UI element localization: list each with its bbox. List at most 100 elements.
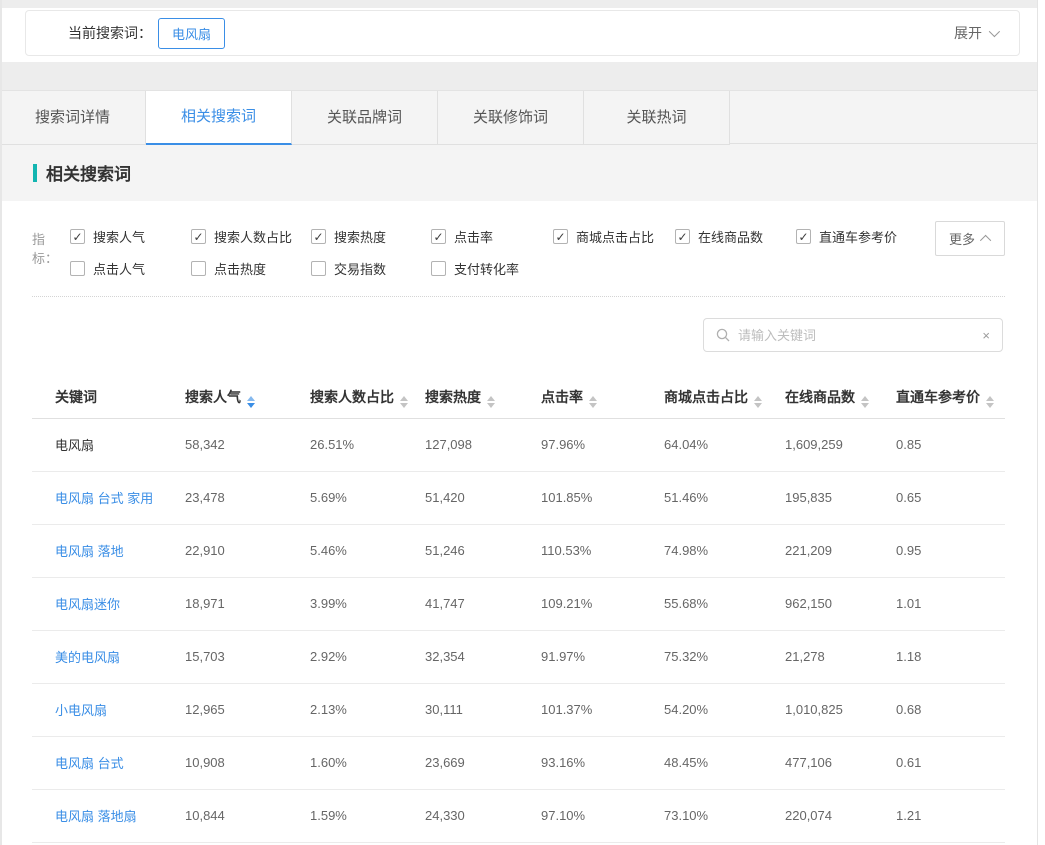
metric-checkbox-online-products[interactable]: 在线商品数	[675, 228, 796, 245]
sort-icon[interactable]	[754, 396, 762, 408]
keyword-link[interactable]: 电风扇迷你	[32, 577, 185, 630]
column-header-online-products[interactable]: 在线商品数	[785, 377, 896, 418]
tab-related-modifier-words[interactable]: 关联修饰词	[438, 91, 584, 145]
keyword-link[interactable]: 电风扇 落地扇	[32, 789, 185, 842]
sort-icon[interactable]	[487, 396, 495, 408]
cell-value: 32,354	[425, 630, 541, 683]
metric-checkbox-searcher-share[interactable]: 搜索人数占比	[191, 228, 311, 245]
cell-value: 1.21	[896, 789, 1005, 842]
sort-icon[interactable]	[861, 396, 869, 408]
checkbox-icon[interactable]	[191, 229, 206, 244]
cell-value: 477,106	[785, 736, 896, 789]
column-header-keyword: 关键词	[32, 377, 185, 418]
more-button[interactable]: 更多	[935, 221, 1005, 256]
cell-value: 23,478	[185, 471, 310, 524]
checkbox-icon[interactable]	[70, 261, 85, 276]
cell-value: 24,330	[425, 789, 541, 842]
metric-label: 交易指数	[334, 259, 386, 278]
column-header-searcher-share[interactable]: 搜索人数占比	[310, 377, 425, 418]
cell-value: 58,342	[185, 418, 310, 471]
cell-value: 73.10%	[664, 789, 785, 842]
table-header-row: 关键词 搜索人气 搜索人数占比 搜索热度 点击率 商城点击占比 在线商品数 直通…	[32, 377, 1005, 418]
metric-checkbox-transaction-index[interactable]: 交易指数	[311, 260, 431, 277]
metric-label: 在线商品数	[698, 227, 763, 246]
cell-value: 30,111	[425, 683, 541, 736]
dashed-divider	[32, 296, 1005, 297]
gray-gap	[0, 62, 1037, 90]
sort-icon[interactable]	[400, 396, 408, 408]
filter-card-band: 当前搜索词： 电风扇 展开	[0, 8, 1037, 62]
metric-checkbox-ztc-reference-price[interactable]: 直通车参考价	[796, 228, 897, 245]
keyword-link[interactable]: 电风扇 落地	[32, 524, 185, 577]
cell-value: 0.95	[896, 524, 1005, 577]
cell-value: 0.65	[896, 471, 1005, 524]
metric-label: 搜索人气	[93, 227, 145, 246]
metric-checkbox-search-heat[interactable]: 搜索热度	[311, 228, 431, 245]
tab-related-hot-words[interactable]: 关联热词	[584, 91, 730, 145]
column-header-search-popularity[interactable]: 搜索人气	[185, 377, 310, 418]
column-header-search-heat[interactable]: 搜索热度	[425, 377, 541, 418]
cell-value: 2.13%	[310, 683, 425, 736]
metric-checkbox-mall-click-share[interactable]: 商城点击占比	[553, 228, 675, 245]
checkbox-icon[interactable]	[311, 229, 326, 244]
keyword-link[interactable]: 电风扇 台式	[32, 736, 185, 789]
cell-value: 221,209	[785, 524, 896, 577]
keyword-link[interactable]: 小电风扇	[32, 683, 185, 736]
chevron-up-icon	[980, 234, 991, 245]
tab-related-search-words[interactable]: 相关搜索词	[146, 91, 292, 145]
cell-value: 12,965	[185, 683, 310, 736]
cell-value: 91.97%	[541, 630, 664, 683]
checkbox-icon[interactable]	[431, 229, 446, 244]
column-header-click-rate[interactable]: 点击率	[541, 377, 664, 418]
current-search-filter-card: 当前搜索词： 电风扇 展开	[25, 10, 1020, 56]
metric-checkbox-search-popularity[interactable]: 搜索人气	[70, 228, 191, 245]
expand-button[interactable]: 展开	[954, 23, 997, 43]
cell-value: 55.68%	[664, 577, 785, 630]
checkbox-icon[interactable]	[70, 229, 85, 244]
column-header-ztc-reference-price[interactable]: 直通车参考价	[896, 377, 1005, 418]
table-row: 电风扇58,34226.51%127,09897.96%64.04%1,609,…	[32, 418, 1005, 471]
cell-value: 22,910	[185, 524, 310, 577]
metric-label: 点击热度	[214, 259, 266, 278]
table-row: 电风扇 落地扇10,8441.59%24,33097.10%73.10%220,…	[32, 789, 1005, 842]
column-header-mall-click-share[interactable]: 商城点击占比	[664, 377, 785, 418]
cell-value: 97.96%	[541, 418, 664, 471]
keyword-search-input[interactable]	[738, 328, 976, 343]
main-panel: 指标： 搜索人气 搜索人数占比 搜索热度 点击率	[0, 201, 1037, 843]
metric-checkbox-payment-conversion[interactable]: 支付转化率	[431, 260, 553, 277]
checkbox-icon[interactable]	[553, 229, 568, 244]
cell-value: 93.16%	[541, 736, 664, 789]
keyword-link[interactable]: 电风扇 台式 家用	[32, 471, 185, 524]
checkbox-icon[interactable]	[191, 261, 206, 276]
checkbox-icon[interactable]	[431, 261, 446, 276]
keyword-text: 电风扇	[32, 418, 185, 471]
more-label: 更多	[949, 229, 975, 248]
metric-checkbox-click-heat[interactable]: 点击热度	[191, 260, 311, 277]
chevron-down-icon	[989, 26, 1000, 37]
cell-value: 127,098	[425, 418, 541, 471]
checkbox-icon[interactable]	[796, 229, 811, 244]
metrics-grid: 搜索人气 搜索人数占比 搜索热度 点击率 商城点击占比	[70, 228, 897, 277]
cell-value: 54.20%	[664, 683, 785, 736]
cell-value: 10,844	[185, 789, 310, 842]
clear-input-icon[interactable]: ×	[976, 328, 990, 343]
checkbox-icon[interactable]	[311, 261, 326, 276]
checkbox-icon[interactable]	[675, 229, 690, 244]
metric-label: 点击人气	[93, 259, 145, 278]
current-search-term-tag[interactable]: 电风扇	[158, 18, 225, 49]
tab-related-brand-words[interactable]: 关联品牌词	[292, 91, 438, 145]
cell-value: 10,908	[185, 736, 310, 789]
metric-checkbox-click-rate[interactable]: 点击率	[431, 228, 553, 245]
table-row: 电风扇 台式 家用23,4785.69%51,420101.85%51.46%1…	[32, 471, 1005, 524]
keyword-link[interactable]: 美的电风扇	[32, 630, 185, 683]
sort-icon[interactable]	[986, 396, 994, 408]
cell-value: 1.18	[896, 630, 1005, 683]
cell-value: 195,835	[785, 471, 896, 524]
sort-icon[interactable]	[589, 396, 597, 408]
tab-search-word-detail[interactable]: 搜索词详情	[0, 91, 146, 145]
metrics-label: 指标：	[32, 228, 70, 277]
metric-checkbox-click-popularity[interactable]: 点击人气	[70, 260, 191, 277]
cell-value: 21,278	[785, 630, 896, 683]
section-header: 相关搜索词	[0, 144, 1037, 201]
sort-icon[interactable]	[247, 396, 255, 408]
